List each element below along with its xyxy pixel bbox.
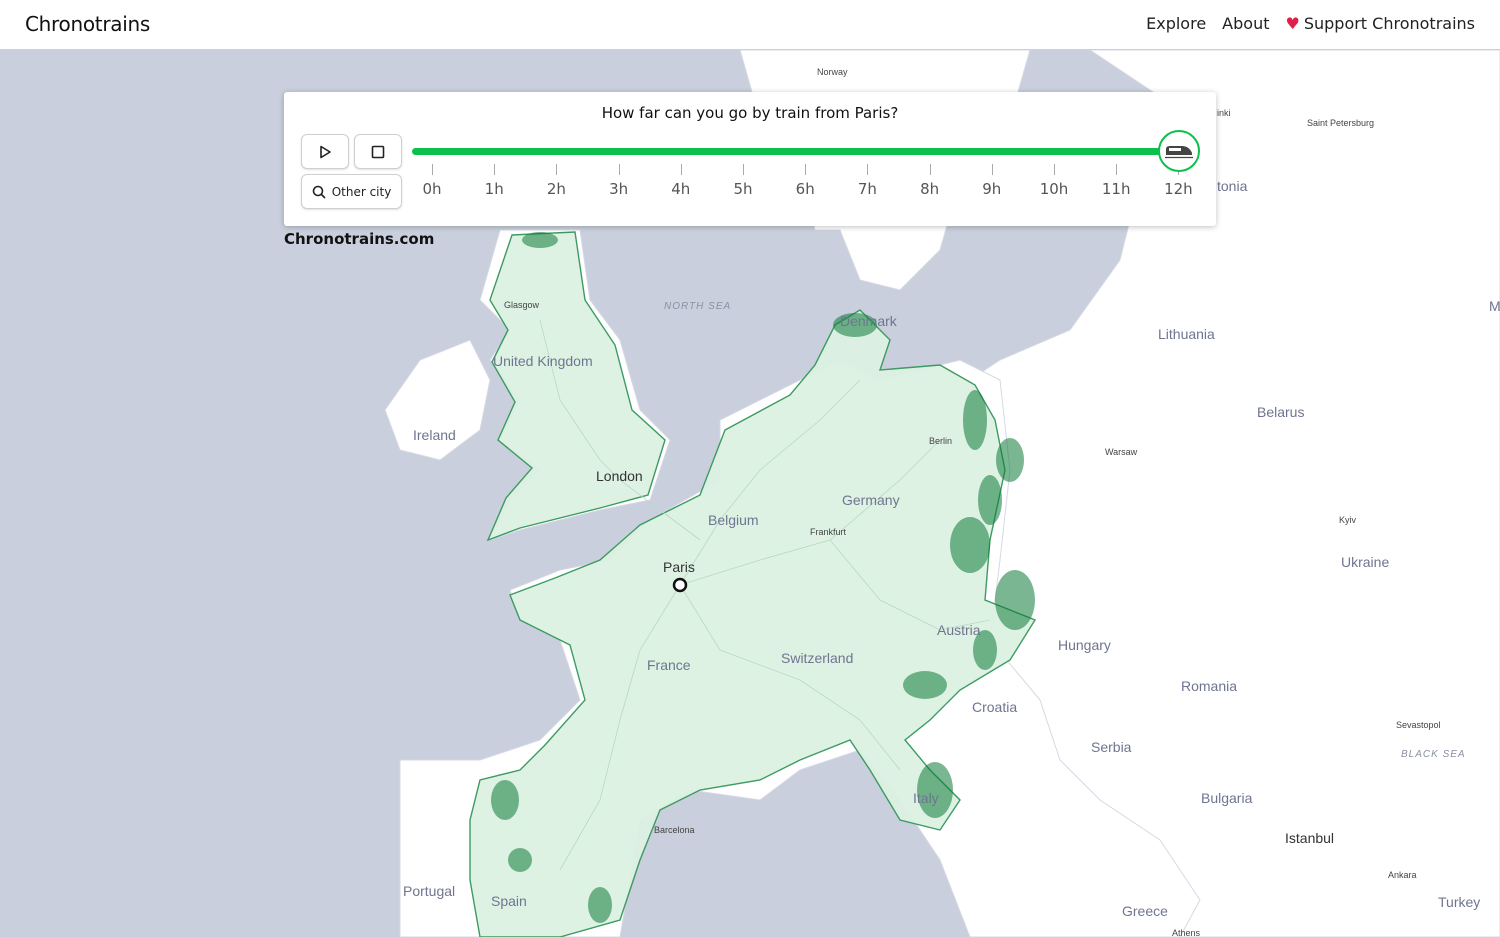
time-slider-panel: How far can you go by train from Paris? … — [284, 92, 1216, 226]
other-city-label: Other city — [331, 184, 392, 199]
slider-tick-mark — [618, 164, 620, 175]
label-bulgaria: Bulgaria — [1201, 790, 1253, 806]
label-ukraine: Ukraine — [1341, 554, 1390, 570]
label-kyiv: Kyiv — [1339, 515, 1357, 525]
play-icon — [320, 145, 331, 158]
label-serbia: Serbia — [1091, 739, 1132, 755]
paris-origin-marker — [672, 577, 688, 593]
label-croatia: Croatia — [972, 699, 1018, 715]
label-barcelona: Barcelona — [654, 825, 695, 835]
time-slider-handle[interactable] — [1158, 130, 1200, 172]
slider-tick-label[interactable]: 12h — [1158, 180, 1198, 198]
train-icon — [1165, 146, 1193, 159]
label-united-kingdom: United Kingdom — [493, 353, 593, 369]
label-glasgow: Glasgow — [504, 300, 540, 310]
slider-tick-label[interactable]: 9h — [972, 180, 1012, 198]
slider-tick-label[interactable]: 2h — [536, 180, 576, 198]
label-norway: Norway — [817, 67, 848, 77]
top-navigation-bar: Chronotrains Explore About ♥ Support Chro… — [0, 0, 1500, 50]
nav-support-link[interactable]: ♥ Support Chronotrains — [1285, 14, 1475, 33]
chronotrains-watermark: Chronotrains.com — [284, 230, 435, 248]
label-frankfurt: Frankfurt — [810, 527, 847, 537]
nav-links: Explore About ♥ Support Chronotrains — [1146, 14, 1475, 33]
label-ireland: Ireland — [413, 427, 456, 443]
slider-tick-label[interactable]: 3h — [599, 180, 639, 198]
heart-icon: ♥ — [1285, 14, 1300, 33]
label-north-sea: NORTH SEA — [664, 301, 732, 312]
support-label: Support Chronotrains — [1303, 14, 1475, 33]
label-lithuania: Lithuania — [1158, 326, 1215, 342]
slider-tick-mark — [929, 164, 931, 175]
slider-tick-mark — [556, 164, 558, 175]
label-belarus: Belarus — [1257, 404, 1305, 420]
stop-button[interactable] — [354, 134, 402, 169]
nav-about-link[interactable]: About — [1222, 14, 1269, 33]
slider-tick-mark — [805, 164, 807, 175]
panel-title: How far can you go by train from Paris? — [601, 104, 899, 122]
slider-tick-label[interactable]: 6h — [785, 180, 825, 198]
label-romania: Romania — [1181, 678, 1238, 694]
slider-tick-label[interactable]: 8h — [910, 180, 950, 198]
slider-tick-label[interactable]: 0h — [412, 180, 452, 198]
label-istanbul: Istanbul — [1285, 830, 1335, 846]
label-paris: Paris — [663, 559, 695, 575]
label-italy: Italy — [913, 790, 939, 806]
label-belgium: Belgium — [708, 512, 759, 528]
stop-icon — [371, 145, 385, 158]
label-portugal: Portugal — [403, 883, 456, 899]
time-slider-track[interactable] — [412, 148, 1190, 155]
slider-tick-label[interactable]: 11h — [1096, 180, 1136, 198]
label-germany: Germany — [842, 492, 900, 508]
slider-tick-label[interactable]: 7h — [847, 180, 887, 198]
slider-tick-mark — [1054, 164, 1055, 175]
label-estonia: tonia — [1217, 178, 1248, 194]
label-france: France — [647, 657, 691, 673]
slider-tick-label[interactable]: 4h — [661, 180, 701, 198]
label-turkey: Turkey — [1438, 894, 1481, 910]
label-spain: Spain — [491, 893, 527, 909]
label-saint-petersburg: Saint Petersburg — [1307, 118, 1375, 128]
label-berlin: Berlin — [929, 436, 953, 446]
label-ankara: Ankara — [1388, 870, 1417, 880]
label-athens: Athens — [1172, 928, 1201, 937]
search-icon — [312, 185, 326, 199]
slider-tick-mark — [1116, 164, 1118, 175]
brand-logo[interactable]: Chronotrains — [25, 12, 150, 36]
slider-tick-mark — [432, 164, 433, 175]
label-austria: Austria — [937, 622, 981, 638]
label-warsaw: Warsaw — [1105, 447, 1138, 457]
label-switzerland: Switzerland — [781, 650, 854, 666]
label-black-sea: BLACK SEA — [1401, 749, 1466, 760]
label-greece: Greece — [1122, 903, 1168, 919]
slider-tick-mark — [494, 164, 496, 175]
slider-tick-mark — [680, 164, 682, 175]
label-london: London — [596, 468, 643, 484]
label-hungary: Hungary — [1058, 637, 1111, 653]
slider-tick-mark — [867, 164, 869, 175]
label-sevastopol: Sevastopol — [1396, 720, 1441, 730]
slider-tick-label[interactable]: 5h — [723, 180, 763, 198]
label-denmark: Denmark — [840, 313, 897, 329]
slider-tick-label[interactable]: 1h — [474, 180, 514, 198]
label-helsinki: inki — [1217, 108, 1231, 118]
other-city-button[interactable]: Other city — [301, 174, 402, 209]
slider-tick-mark — [743, 164, 744, 175]
label-edge-m: M — [1489, 298, 1500, 314]
slider-tick-label[interactable]: 10h — [1034, 180, 1074, 198]
play-button[interactable] — [301, 134, 349, 169]
slider-tick-mark — [991, 164, 993, 175]
nav-explore-link[interactable]: Explore — [1146, 14, 1206, 33]
